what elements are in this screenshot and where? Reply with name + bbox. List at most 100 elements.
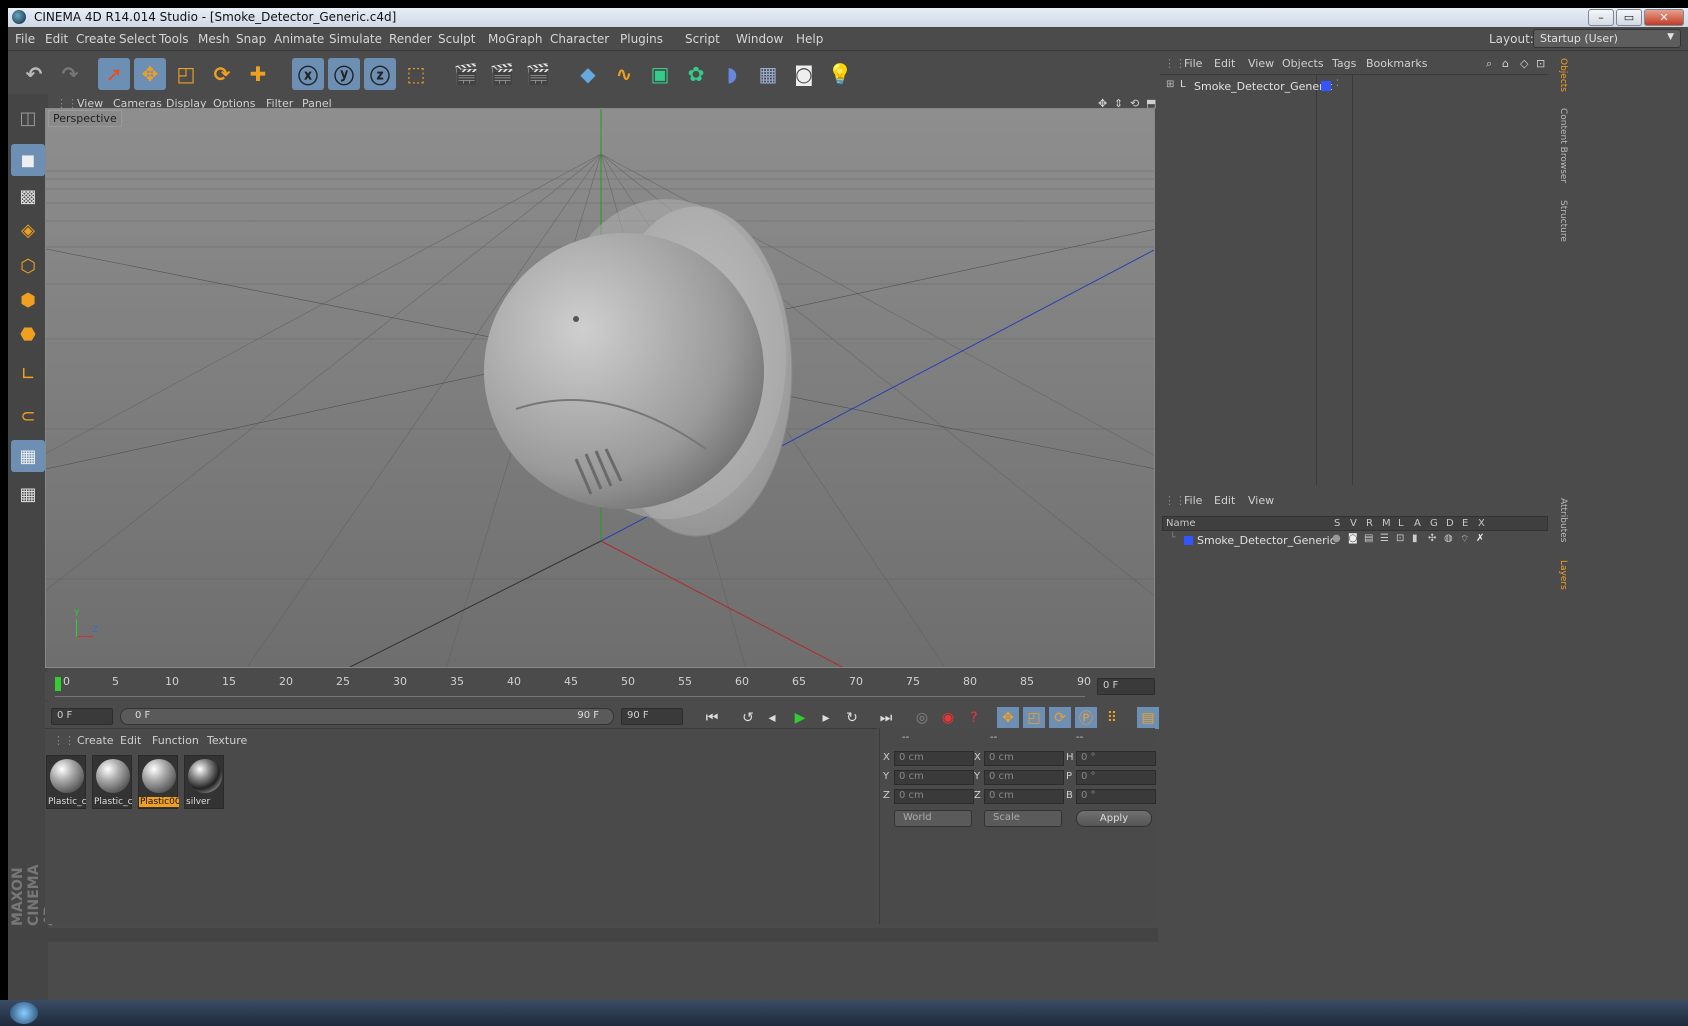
menu-simulate[interactable]: Simulate bbox=[329, 32, 382, 46]
solo-toggle-icon[interactable]: ● bbox=[1332, 533, 1341, 544]
material-menu-create[interactable]: Create bbox=[77, 734, 114, 747]
layer-row[interactable]: └ Smoke_Detector_Generic ● ◙ ▤ ☰ ⊡ ▮ ✣ ◍… bbox=[1162, 533, 1548, 548]
material-menu-edit[interactable]: Edit bbox=[120, 734, 141, 747]
workplane-lock-icon[interactable]: ▦ bbox=[11, 440, 45, 472]
autokey-icon[interactable]: ◉ bbox=[937, 707, 959, 729]
start-frame-field[interactable]: 0 F bbox=[51, 708, 113, 725]
menu-edit[interactable]: Edit bbox=[45, 32, 68, 46]
xref-toggle-icon[interactable]: ✗ bbox=[1476, 533, 1484, 544]
rot-b-field[interactable]: 0 ° bbox=[1076, 789, 1156, 804]
side-tab-layers[interactable]: Layers bbox=[1550, 556, 1568, 598]
layers-menu-edit[interactable]: Edit bbox=[1214, 494, 1235, 507]
playhead[interactable] bbox=[55, 677, 61, 691]
current-frame-field[interactable]: 0 F bbox=[1097, 678, 1155, 695]
rotate-icon[interactable]: ⟳ bbox=[206, 58, 238, 90]
previous-key-icon[interactable]: ↺ bbox=[737, 707, 759, 729]
render-view-icon[interactable]: 🎬 bbox=[450, 58, 482, 90]
menu-mesh[interactable]: Mesh bbox=[198, 32, 230, 46]
go-to-start-icon[interactable]: ⏮ bbox=[701, 707, 723, 729]
material-menu-function[interactable]: Function bbox=[152, 734, 199, 747]
cube-icon[interactable]: ◆ bbox=[572, 58, 604, 90]
side-tab-objects[interactable]: Objects bbox=[1550, 54, 1568, 102]
layer-color-tag[interactable] bbox=[1321, 81, 1331, 91]
material-menu-texture[interactable]: Texture bbox=[207, 734, 247, 747]
pos-z-field[interactable]: 0 cm bbox=[894, 789, 974, 804]
close-button[interactable]: ✕ bbox=[1644, 9, 1684, 26]
next-frame-icon[interactable]: ▸ bbox=[815, 707, 837, 729]
key-rotation-icon[interactable]: ⟳ bbox=[1049, 707, 1071, 729]
make-editable-icon[interactable]: ◫ bbox=[11, 102, 45, 134]
record-keys-icon[interactable]: ◎ bbox=[911, 707, 933, 729]
size-z-field[interactable]: 0 cm bbox=[984, 789, 1064, 804]
points-mode-icon[interactable]: ⬡ bbox=[11, 250, 45, 282]
side-tab-content-browser[interactable]: Content Browser bbox=[1550, 104, 1568, 194]
animation-toggle-icon[interactable]: ▮ bbox=[1412, 533, 1418, 544]
new-window-icon[interactable]: ⊡ bbox=[1536, 57, 1545, 70]
menu-window[interactable]: Window bbox=[736, 32, 783, 46]
frame-range-slider[interactable]: 0 F 90 F bbox=[120, 708, 614, 725]
deformer-toggle-icon[interactable]: ◍ bbox=[1444, 533, 1453, 544]
object-row[interactable]: ⊞ L Smoke_Detector_Generic ⁚ bbox=[1160, 79, 1548, 95]
coordinate-mode-select[interactable]: World bbox=[894, 810, 972, 827]
menu-plugins[interactable]: Plugins bbox=[620, 32, 663, 46]
size-y-field[interactable]: 0 cm bbox=[984, 770, 1064, 785]
3d-viewport[interactable]: Perspective Y Z bbox=[45, 108, 1155, 668]
material-swatch[interactable]: Plastic00 bbox=[138, 755, 179, 809]
material-swatch[interactable]: Plastic_c bbox=[46, 755, 87, 809]
texture-mode-icon[interactable]: ▩ bbox=[11, 180, 45, 212]
menu-help[interactable]: Help bbox=[796, 32, 823, 46]
y-axis-icon[interactable]: ⓨ bbox=[328, 58, 360, 90]
search-icon[interactable]: ⌕ bbox=[1486, 57, 1492, 71]
model-mode-icon[interactable]: ◼ bbox=[11, 144, 45, 176]
rot-h-field[interactable]: 0 ° bbox=[1076, 751, 1156, 766]
snap-icon[interactable]: ⊂ bbox=[11, 400, 45, 432]
floor-icon[interactable]: ▦ bbox=[752, 58, 784, 90]
side-tab-attributes[interactable]: Attributes bbox=[1550, 494, 1568, 552]
home-icon[interactable]: ⌂ bbox=[1502, 57, 1509, 70]
play-icon[interactable]: ▶ bbox=[789, 707, 811, 729]
layout-select[interactable]: Startup (User) ▼ bbox=[1533, 29, 1681, 48]
key-pla-icon[interactable]: ⠿ bbox=[1101, 707, 1123, 729]
objects-menu-edit[interactable]: Edit bbox=[1214, 57, 1235, 70]
eye-icon[interactable]: ◙ bbox=[1348, 533, 1358, 544]
menu-create[interactable]: Create bbox=[76, 32, 116, 46]
apply-button[interactable]: Apply bbox=[1076, 810, 1152, 827]
visibility-dots-icon[interactable]: ⁚ bbox=[1336, 79, 1339, 89]
expression-toggle-icon[interactable]: ⌔ bbox=[1460, 533, 1469, 546]
menu-file[interactable]: File bbox=[15, 32, 35, 46]
objects-menu-tags[interactable]: Tags bbox=[1332, 57, 1356, 70]
menu-snap[interactable]: Snap bbox=[236, 32, 266, 46]
key-scale-icon[interactable]: ◰ bbox=[1023, 707, 1045, 729]
nurbs-icon[interactable]: ▣ bbox=[644, 58, 676, 90]
polygons-mode-icon[interactable]: ⬣ bbox=[11, 318, 45, 350]
menu-sculpt[interactable]: Sculpt bbox=[438, 32, 475, 46]
array-icon[interactable]: ✿ bbox=[680, 58, 712, 90]
menu-render[interactable]: Render bbox=[389, 32, 432, 46]
pos-x-field[interactable]: 0 cm bbox=[894, 751, 974, 766]
start-button[interactable] bbox=[10, 1002, 38, 1024]
render-picture-viewer-icon[interactable]: 🎬 bbox=[486, 58, 518, 90]
layer-color-swatch[interactable] bbox=[1184, 536, 1193, 545]
edges-mode-icon[interactable]: ⬢ bbox=[11, 284, 45, 316]
expand-icon[interactable]: ⊞ bbox=[1166, 79, 1174, 90]
minimize-button[interactable]: – bbox=[1588, 9, 1614, 26]
object-name[interactable]: Smoke_Detector_Generic bbox=[1194, 80, 1333, 93]
lock-icon[interactable]: ⊡ bbox=[1396, 533, 1404, 544]
planar-workplane-icon[interactable]: ▦ bbox=[11, 478, 45, 510]
size-mode-select[interactable]: Scale bbox=[984, 810, 1062, 827]
previous-frame-icon[interactable]: ◂ bbox=[761, 707, 783, 729]
render-toggle-icon[interactable]: ▤ bbox=[1364, 533, 1373, 544]
manager-toggle-icon[interactable]: ☰ bbox=[1380, 533, 1389, 544]
layers-menu-view[interactable]: View bbox=[1248, 494, 1274, 507]
menu-mograph[interactable]: MoGraph bbox=[488, 32, 543, 46]
scale-icon[interactable]: ◰ bbox=[170, 58, 202, 90]
coordinate-system-icon[interactable]: ⬚ bbox=[400, 58, 432, 90]
move-icon[interactable]: ✥ bbox=[134, 58, 166, 90]
objects-menu-objects[interactable]: Objects bbox=[1282, 57, 1324, 70]
size-x-field[interactable]: 0 cm bbox=[984, 751, 1064, 766]
render-settings-icon[interactable]: 🎬 bbox=[522, 58, 554, 90]
objects-menu-view[interactable]: View bbox=[1248, 57, 1274, 70]
keyframe-selection-icon[interactable]: ? bbox=[963, 707, 985, 729]
undo-icon[interactable]: ↶ bbox=[18, 58, 50, 90]
z-axis-icon[interactable]: ⓩ bbox=[364, 58, 396, 90]
